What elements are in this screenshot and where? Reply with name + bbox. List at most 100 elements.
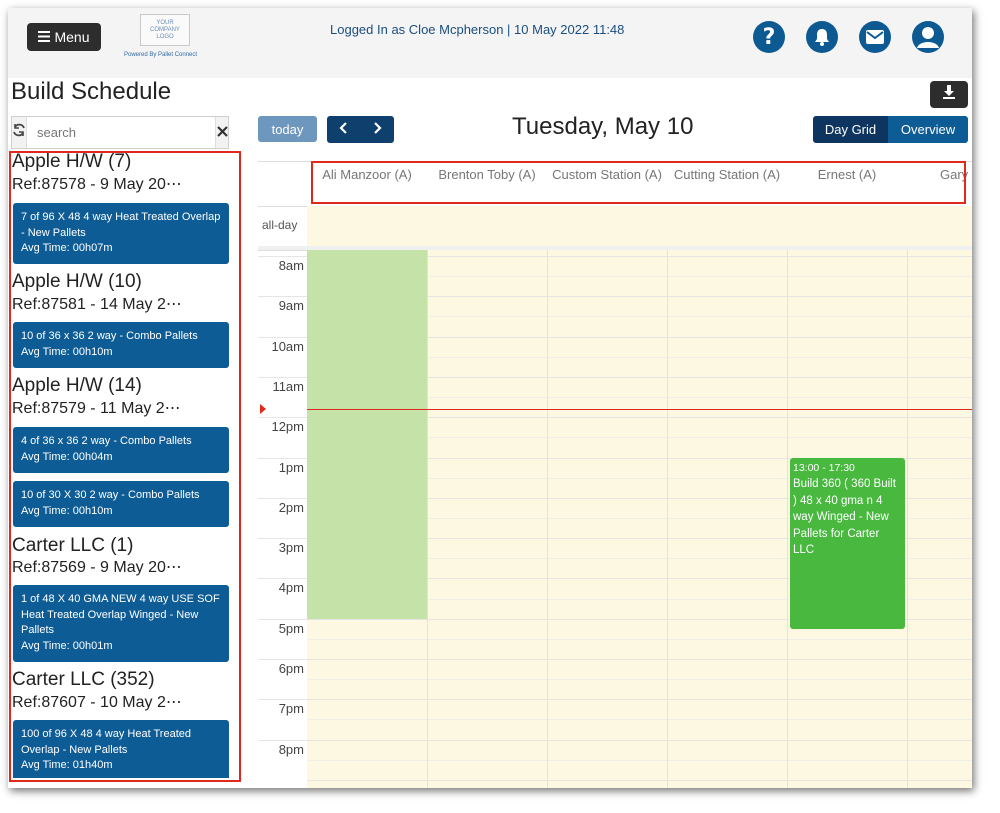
grid-line (307, 779, 972, 781)
job-group-title: Apple H/W (10) (12, 271, 142, 292)
hour-label: 12pm (271, 419, 304, 435)
close-icon (216, 124, 228, 142)
hour-label: 8am (278, 258, 304, 274)
grid-line (307, 719, 972, 721)
hour-label: 9am (278, 298, 304, 314)
availability-block (307, 250, 427, 619)
resource-header: Cutting Station (A) (673, 167, 781, 182)
job-card-desc: 10 of 36 x 36 2 way - Combo Pallets (21, 330, 198, 342)
download-button[interactable] (930, 81, 968, 108)
job-card[interactable]: 10 of 30 X 30 2 way - Combo Pallets Avg … (13, 481, 229, 527)
next-day-button[interactable] (361, 116, 395, 143)
hour-tick (258, 618, 307, 620)
job-group-title: Carter LLC (1) (12, 535, 134, 556)
job-card-avg-time: Avg Time: 00h07m (21, 242, 113, 254)
hamburger-icon (38, 29, 51, 45)
grid-line (307, 699, 972, 701)
job-card-desc: 4 of 36 x 36 2 way - Combo Pallets (21, 435, 192, 447)
hour-tick (258, 739, 307, 741)
date-nav (327, 116, 394, 143)
job-group-title: Apple H/W (7) (12, 151, 132, 172)
job-card-desc: 7 of 96 X 48 4 way Heat Treated Overlap … (21, 211, 221, 239)
grid-line (307, 638, 972, 640)
schedule-event[interactable]: 13:00 - 17:30 Build 360 ( 360 Built ) 48 … (790, 457, 905, 629)
refresh-icon (12, 123, 26, 142)
resource-header: Gary (940, 167, 969, 182)
search-input[interactable] (26, 117, 216, 148)
powered-by: Powered By Pallet Connect (124, 52, 198, 58)
overview-view-button[interactable]: Overview (888, 116, 968, 143)
hour-tick (258, 376, 307, 378)
clear-search-button[interactable] (216, 117, 228, 148)
hour-label: 5pm (278, 620, 304, 636)
grid-line (307, 659, 972, 661)
hour-tick (258, 699, 307, 701)
page-title: Build Schedule (11, 78, 172, 105)
hour-tick (258, 659, 307, 661)
all-day-cells[interactable] (307, 206, 972, 246)
column-line (787, 250, 788, 788)
job-card[interactable]: 7 of 96 X 48 4 way Heat Treated Overlap … (13, 203, 229, 264)
column-line (547, 250, 548, 788)
logged-in-status: Logged In as Cloe Mcpherson | 10 May 202… (330, 22, 625, 37)
job-list: Apple H/W (7) Ref:87578 - 9 May 20⋯ 7 of… (11, 151, 236, 778)
hour-tick (258, 538, 307, 540)
job-card-avg-time: Avg Time: 00h10m (21, 345, 113, 358)
menu-button[interactable]: Menu (27, 23, 101, 51)
hour-label: 4pm (278, 580, 304, 596)
resource-header-row: Ali Manzoor (A) Brenton Toby (A) Custom … (258, 161, 972, 207)
now-indicator-line (307, 409, 972, 411)
job-group-ref: Ref:87607 - 10 May 2⋯ (12, 694, 182, 711)
view-toggle: Day Grid Overview (813, 116, 968, 143)
job-card-avg-time: Avg Time: 01h40m (21, 759, 113, 771)
hour-label: 3pm (278, 540, 304, 556)
job-card[interactable]: 4 of 36 x 36 2 way - Combo Pallets Avg T… (13, 427, 229, 473)
hour-label: 2pm (278, 499, 304, 515)
app-window: Menu YOUR COMPANY LOGO Powered By Pallet… (8, 8, 972, 788)
day-grid-view-button[interactable]: Day Grid (813, 116, 888, 143)
today-button[interactable]: today (258, 116, 317, 142)
download-icon (941, 84, 957, 105)
hour-tick (258, 336, 307, 338)
resource-header: Ali Manzoor (A) (322, 167, 412, 182)
hour-tick (258, 296, 307, 298)
all-day-label: all-day (262, 218, 298, 232)
user-icon[interactable] (912, 21, 944, 53)
hour-tick (258, 256, 307, 258)
search-bar (11, 116, 229, 149)
column-line (427, 250, 428, 788)
job-card[interactable]: 100 of 96 X 48 4 way Heat Treated Overla… (13, 720, 229, 778)
job-card[interactable]: 10 of 36 x 36 2 way - Combo Pallets Avg … (13, 322, 229, 368)
job-card-desc: 100 of 96 X 48 4 way Heat Treated Overla… (21, 728, 192, 756)
hour-label: 7pm (278, 701, 304, 717)
event-time: 13:00 - 17:30 (793, 461, 855, 474)
bell-icon[interactable] (806, 21, 838, 53)
job-group-title: Carter LLC (352) (12, 669, 155, 690)
hour-tick (258, 578, 307, 580)
refresh-button[interactable] (12, 117, 26, 148)
logo-line: LOGO (156, 33, 174, 40)
hour-label: 11am (272, 378, 304, 394)
menu-label: Menu (54, 29, 90, 45)
company-logo: YOUR COMPANY LOGO (140, 14, 190, 46)
resource-header: Ernest (A) (817, 167, 877, 182)
top-bar: Menu YOUR COMPANY LOGO Powered By Pallet… (8, 8, 972, 78)
event-title: Build 360 ( 360 Built ) 48 x 40 gma n 4 … (793, 478, 896, 557)
time-grid[interactable]: 13:00 - 17:30 Build 360 ( 360 Built ) 48 … (307, 250, 972, 788)
help-icon[interactable]: ? (753, 21, 785, 53)
job-card[interactable]: 1 of 48 X 40 GMA NEW 4 way USE SOF Heat … (13, 585, 229, 662)
hour-label: 1pm (278, 459, 304, 475)
hour-tick (258, 417, 307, 419)
grid-line (307, 739, 972, 741)
job-card-desc: 1 of 48 X 40 GMA NEW 4 way USE SOF Heat … (21, 593, 220, 636)
logo-line: COMPANY (150, 26, 180, 33)
hour-tick (258, 497, 307, 499)
job-card-avg-time: Avg Time: 00h10m (21, 504, 113, 517)
chevron-right-icon (372, 121, 382, 138)
job-group-ref: Ref:87578 - 9 May 20⋯ (12, 176, 182, 193)
prev-day-button[interactable] (327, 116, 361, 143)
mail-icon[interactable] (859, 21, 891, 53)
svg-text:?: ? (763, 25, 776, 50)
grid-line (307, 679, 972, 681)
resource-header: Custom Station (A) (552, 167, 662, 182)
